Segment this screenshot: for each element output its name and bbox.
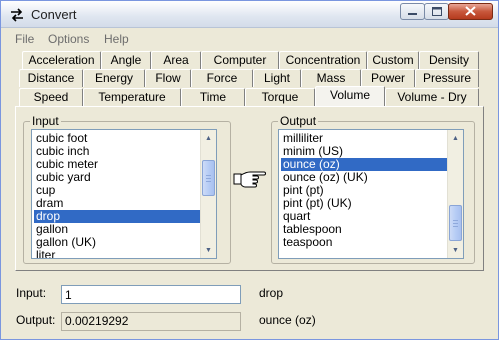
- tab-speed[interactable]: Speed: [19, 88, 83, 106]
- scroll-thumb[interactable]: [449, 205, 462, 241]
- output-unit-list[interactable]: milliliter minim (US) ounce (oz) ounce (…: [278, 129, 464, 259]
- output-unit-label: ounce (oz): [259, 313, 316, 327]
- output-label: Output:: [16, 313, 56, 327]
- list-item[interactable]: gallon (UK): [34, 236, 200, 249]
- tab-custom[interactable]: Custom: [367, 51, 419, 69]
- tab-temperature[interactable]: Temperature: [83, 88, 181, 106]
- output-value-field: 0.00219292: [61, 312, 241, 331]
- tab-mass[interactable]: Mass: [301, 69, 361, 87]
- scroll-down-arrow-icon[interactable]: ▼: [201, 242, 216, 258]
- input-list-scrollbar[interactable]: ▲ ▼: [200, 130, 216, 258]
- convert-window: Convert File Options Help Acceleration A…: [0, 0, 499, 340]
- tab-area[interactable]: Area: [151, 51, 201, 69]
- input-list-rows: cubic foot cubic inch cubic meter cubic …: [34, 132, 200, 259]
- list-item[interactable]: teaspoon: [281, 236, 447, 249]
- scroll-up-arrow-icon[interactable]: ▲: [201, 130, 216, 146]
- title-bar[interactable]: Convert: [1, 1, 498, 28]
- tab-concentration[interactable]: Concentration: [279, 51, 367, 69]
- close-button[interactable]: [448, 3, 493, 20]
- tab-volume-dry[interactable]: Volume - Dry: [385, 88, 479, 106]
- tab-flow[interactable]: Flow: [145, 69, 191, 87]
- convert-arrows-icon: [9, 7, 25, 23]
- tab-force[interactable]: Force: [191, 69, 253, 87]
- tab-acceleration[interactable]: Acceleration: [22, 51, 101, 69]
- tab-distance[interactable]: Distance: [19, 69, 83, 87]
- maximize-icon: [431, 5, 442, 19]
- window-title: Convert: [31, 7, 77, 22]
- menu-options[interactable]: Options: [48, 32, 89, 46]
- list-item[interactable]: cubic yard: [34, 171, 200, 184]
- menu-file[interactable]: File: [15, 32, 34, 46]
- output-group-legend: Output: [280, 114, 317, 128]
- list-item[interactable]: liter: [34, 249, 200, 259]
- scroll-up-arrow-icon[interactable]: ▲: [448, 130, 463, 146]
- tab-pressure[interactable]: Pressure: [415, 69, 479, 87]
- input-unit-label: drop: [259, 286, 284, 300]
- tab-power[interactable]: Power: [361, 69, 415, 87]
- tab-light[interactable]: Light: [253, 69, 301, 87]
- input-unit-list[interactable]: cubic foot cubic inch cubic meter cubic …: [31, 129, 217, 259]
- tab-computer[interactable]: Computer: [201, 51, 279, 69]
- tab-volume[interactable]: Volume: [315, 86, 385, 106]
- tab-angle[interactable]: Angle: [101, 51, 151, 69]
- scroll-thumb[interactable]: [202, 160, 215, 196]
- menu-help[interactable]: Help: [104, 32, 129, 46]
- input-label: Input:: [16, 286, 47, 300]
- pointing-hand-icon: [233, 169, 267, 189]
- tab-density[interactable]: Density: [419, 51, 479, 69]
- tab-torque[interactable]: Torque: [245, 88, 315, 106]
- minimize-icon: [408, 5, 417, 19]
- input-group-legend: Input: [32, 114, 59, 128]
- maximize-button[interactable]: [424, 3, 449, 20]
- close-icon: [465, 5, 476, 19]
- output-list-rows: milliliter minim (US) ounce (oz) ounce (…: [281, 132, 447, 249]
- minimize-button[interactable]: [400, 3, 425, 20]
- output-list-scrollbar[interactable]: ▲ ▼: [447, 130, 463, 258]
- menu-bar: File Options Help: [1, 29, 498, 48]
- scroll-down-arrow-icon[interactable]: ▼: [448, 242, 463, 258]
- tab-energy[interactable]: Energy: [83, 69, 145, 87]
- input-value-field[interactable]: [61, 285, 241, 304]
- tab-time[interactable]: Time: [181, 88, 245, 106]
